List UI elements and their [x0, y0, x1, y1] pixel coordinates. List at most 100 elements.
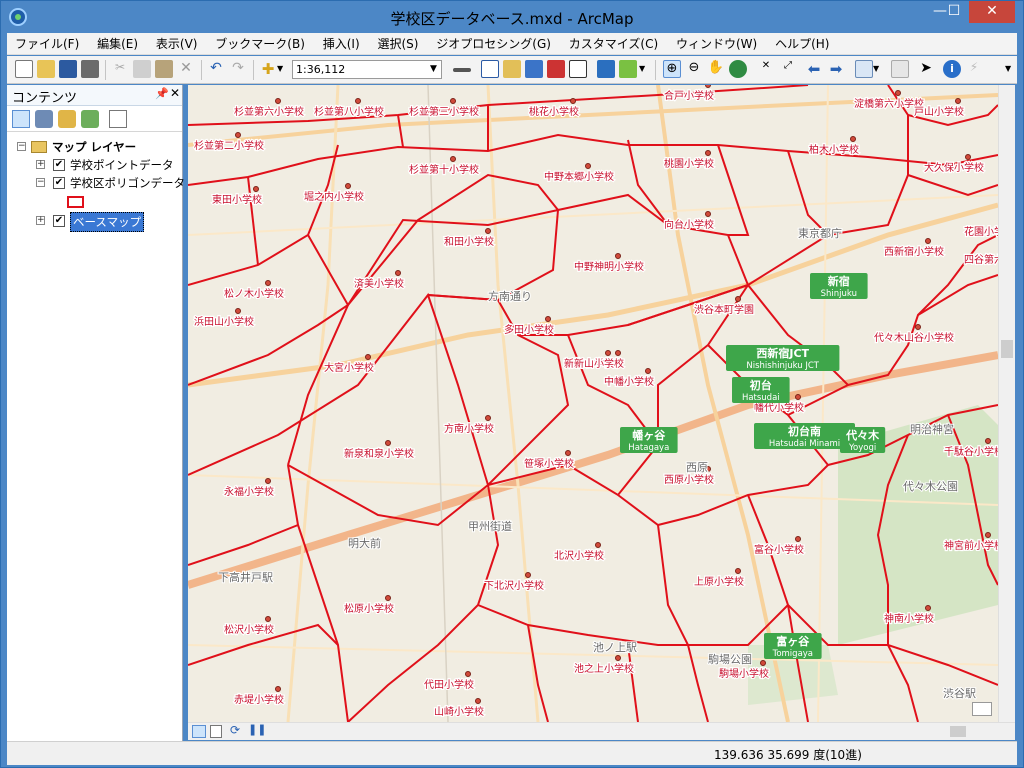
layer-visibility-checkbox[interactable]: ✔ [53, 215, 65, 227]
print-icon[interactable] [81, 60, 99, 78]
chevron-down-icon[interactable]: ▼ [427, 62, 440, 77]
school-point[interactable] [485, 228, 491, 234]
paste-icon[interactable] [155, 60, 173, 78]
school-point[interactable] [235, 308, 241, 314]
school-point[interactable] [985, 438, 991, 444]
close-icon[interactable]: ✕ [170, 86, 180, 100]
forward-arrow-icon[interactable]: ➡ [827, 60, 845, 78]
select-features-icon[interactable] [855, 60, 873, 78]
school-point[interactable] [915, 324, 921, 330]
school-point[interactable] [955, 98, 961, 104]
model-builder-icon[interactable] [597, 60, 615, 78]
school-point[interactable] [355, 98, 361, 104]
school-point[interactable] [645, 368, 651, 374]
school-point[interactable] [395, 270, 401, 276]
chevron-down-icon[interactable]: ▼ [277, 60, 287, 78]
school-point[interactable] [235, 132, 241, 138]
horizontal-scroll-thumb[interactable] [950, 726, 966, 737]
save-icon[interactable] [59, 60, 77, 78]
map-tips-icon[interactable] [972, 702, 992, 716]
delete-icon[interactable]: ✕ [177, 60, 195, 78]
school-point[interactable] [705, 150, 711, 156]
school-point[interactable] [275, 686, 281, 692]
cut-icon[interactable]: ✂ [111, 60, 129, 78]
school-point[interactable] [760, 660, 766, 666]
layer-visibility-checkbox[interactable]: ✔ [53, 177, 65, 189]
menu-insert[interactable]: 挿入(I) [317, 33, 366, 55]
school-point[interactable] [385, 440, 391, 446]
menu-file[interactable]: ファイル(F) [9, 33, 85, 55]
school-point[interactable] [850, 136, 856, 142]
school-point[interactable] [365, 354, 371, 360]
school-point[interactable] [615, 350, 621, 356]
school-point[interactable] [735, 568, 741, 574]
school-point[interactable] [925, 605, 931, 611]
map-layers-root[interactable]: − マップ レイヤー [7, 138, 177, 156]
school-point[interactable] [595, 542, 601, 548]
new-document-icon[interactable] [15, 60, 33, 78]
select-elements-arrow-icon[interactable]: ➤ [917, 60, 935, 78]
school-point[interactable] [615, 253, 621, 259]
polygon-symbol-swatch[interactable] [67, 194, 97, 212]
full-extent-icon[interactable] [729, 60, 747, 78]
toc-options-icon[interactable] [109, 110, 127, 128]
list-by-visibility-icon[interactable] [58, 110, 76, 128]
layer-properties-icon[interactable] [619, 60, 637, 78]
collapse-icon[interactable]: − [36, 178, 45, 187]
school-point[interactable] [795, 536, 801, 542]
school-point[interactable] [795, 394, 801, 400]
menu-geoprocessing[interactable]: ジオプロセシング(G) [430, 33, 557, 55]
identify-info-icon[interactable]: i [943, 60, 961, 78]
map-canvas[interactable]: 杉並第六小学校 杉並第八小学校 杉並第三小学校 桃花小学校堀之内小学校 合戸小学校東田小… [188, 85, 998, 722]
add-data-icon[interactable]: ✚ [259, 60, 277, 78]
redo-icon[interactable]: ↷ [229, 60, 247, 78]
school-point[interactable] [570, 98, 576, 104]
school-point[interactable] [265, 280, 271, 286]
collapse-icon[interactable]: − [17, 142, 26, 151]
menu-selection[interactable]: 選択(S) [371, 33, 424, 55]
menu-customize[interactable]: カスタマイズ(C) [563, 33, 664, 55]
zoom-out-icon[interactable]: ⊖ [685, 60, 703, 78]
list-by-drawing-order-icon[interactable] [12, 110, 30, 128]
expand-icon[interactable]: + [36, 160, 45, 169]
pin-icon[interactable]: 📌 [155, 87, 169, 100]
school-point[interactable] [605, 350, 611, 356]
editor-toolbar-icon[interactable] [453, 68, 471, 72]
school-point[interactable] [615, 655, 621, 661]
copy-icon[interactable] [133, 60, 151, 78]
school-point[interactable] [565, 450, 571, 456]
school-point[interactable] [895, 90, 901, 96]
school-point[interactable] [253, 186, 259, 192]
school-point[interactable] [475, 698, 481, 704]
school-point[interactable] [925, 238, 931, 244]
undo-icon[interactable]: ↶ [207, 60, 225, 78]
list-by-selection-icon[interactable] [81, 110, 99, 128]
layout-view-icon[interactable] [210, 725, 222, 738]
catalog-icon[interactable] [503, 60, 521, 78]
menu-view[interactable]: 表示(V) [150, 33, 204, 55]
school-point[interactable] [345, 183, 351, 189]
chevron-down-icon[interactable]: ▼ [639, 60, 649, 78]
school-point[interactable] [450, 156, 456, 162]
html-popup-icon[interactable]: ⚡ [965, 60, 983, 78]
close-button[interactable]: ✕ [969, 1, 1015, 23]
vertical-scroll-thumb[interactable] [1001, 340, 1013, 358]
zoom-in-icon[interactable]: ⊕ [663, 60, 681, 78]
expand-icon[interactable]: + [36, 216, 45, 225]
pan-hand-icon[interactable]: ✋ [707, 60, 725, 78]
school-point[interactable] [525, 572, 531, 578]
table-icon[interactable] [481, 60, 499, 78]
horizontal-scrollbar[interactable] [268, 723, 998, 740]
menu-window[interactable]: ウィンドウ(W) [670, 33, 763, 55]
school-point[interactable] [965, 154, 971, 160]
school-point[interactable] [275, 98, 281, 104]
arctoolbox-icon[interactable] [547, 60, 565, 78]
school-point[interactable] [265, 616, 271, 622]
school-point[interactable] [985, 532, 991, 538]
map-scale-combobox[interactable]: 1:36,112 ▼ [292, 60, 442, 79]
school-point[interactable] [465, 671, 471, 677]
school-point[interactable] [705, 211, 711, 217]
pause-drawing-icon[interactable]: ❚❚ [248, 723, 266, 736]
school-point[interactable] [735, 296, 741, 302]
title-bar[interactable]: 学校区データベース.mxd - ArcMap — ☐ ✕ [1, 1, 1023, 33]
